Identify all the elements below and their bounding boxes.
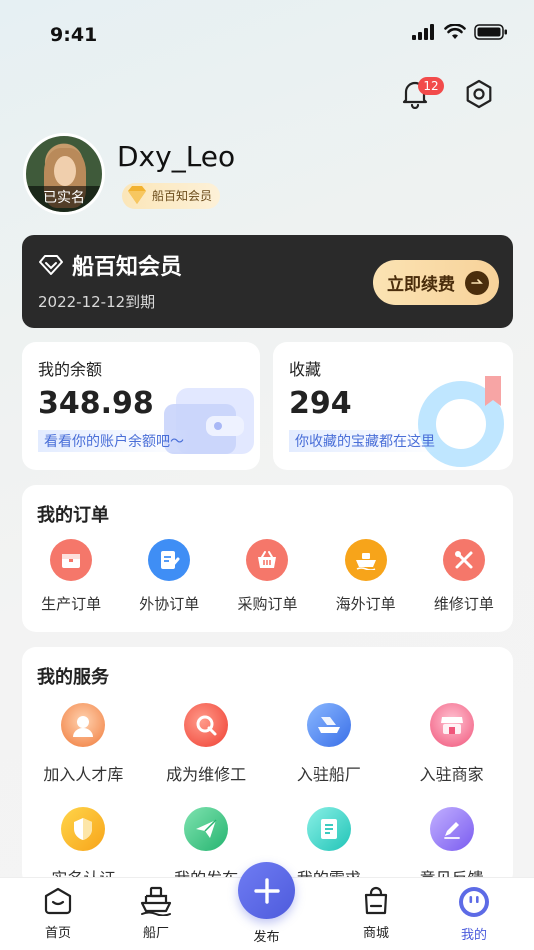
shopping-bag-icon — [364, 886, 388, 915]
service-become-repairer[interactable]: 成为维修工 — [146, 703, 266, 785]
service-talent-pool-label: 加入人才库 — [43, 765, 124, 784]
order-purchase[interactable]: 采购订单 — [221, 539, 313, 614]
favorites-ring-icon — [418, 376, 504, 467]
orders-card: 我的订单 生产订单 外协订单 采购订单 海外订单 维修订单 — [22, 485, 513, 632]
tools-icon — [442, 539, 485, 581]
vip-expiry: 2022-12-12到期 — [38, 293, 156, 311]
vip-title-text: 船百知会员 — [72, 255, 183, 280]
favorites-title: 收藏 — [289, 360, 322, 379]
ship-tab-icon — [140, 886, 172, 916]
services-card: 我的服务 加入人才库 成为维修工 入驻船厂 入驻商家 — [22, 647, 513, 887]
service-talent-pool[interactable]: 加入人才库 — [23, 703, 143, 785]
paper-plane-icon — [184, 807, 229, 851]
basket-icon — [246, 539, 289, 581]
balance-hint: 看看你的账户余额吧～ — [38, 430, 190, 452]
service-real-name[interactable]: 实名认证 — [23, 807, 143, 887]
battery-icon — [474, 24, 507, 40]
tab-home-label: 首页 — [44, 926, 71, 941]
balance-value: 348.98 — [38, 386, 154, 421]
renew-label: 立即续费 — [387, 275, 455, 295]
pencil-icon — [429, 807, 474, 851]
order-purchase-label: 采购订单 — [237, 595, 298, 613]
diamond-outline-icon — [39, 255, 63, 275]
tab-shipyard-label: 船厂 — [142, 926, 169, 941]
order-overseas-label: 海外订单 — [335, 595, 396, 613]
document-icon — [306, 807, 351, 851]
wifi-icon — [444, 24, 466, 39]
order-repair[interactable]: 维修订单 — [418, 539, 510, 614]
username: Dxy_Leo — [117, 140, 236, 173]
tab-mall[interactable]: 商城 — [336, 886, 416, 941]
vip-card[interactable]: 船百知会员 2022-12-12到期 立即续费 — [22, 235, 513, 328]
service-join-merchant-label: 入驻商家 — [419, 765, 484, 784]
home-icon — [44, 887, 72, 915]
diamond-icon — [128, 186, 146, 204]
status-bar: 9:41 — [0, 0, 534, 66]
settings-hex-icon — [466, 79, 492, 109]
status-icons — [412, 24, 508, 40]
member-badge: 船百知会员 — [122, 183, 221, 209]
balance-card[interactable]: 我的余额 348.98 看看你的账户余额吧～ — [22, 342, 260, 470]
balance-title: 我的余额 — [38, 360, 103, 379]
box-icon — [50, 539, 93, 581]
favorites-card[interactable]: 收藏 294 你收藏的宝藏都在这里 — [273, 342, 513, 470]
tab-mall-label: 商城 — [362, 926, 389, 941]
person-icon — [61, 703, 106, 747]
profile-face-icon — [459, 887, 489, 917]
verified-label: 已实名 — [26, 186, 102, 212]
service-join-shipyard[interactable]: 入驻船厂 — [269, 703, 389, 785]
order-repair-label: 维修订单 — [433, 595, 494, 613]
orders-title: 我的订单 — [37, 505, 109, 526]
avatar[interactable]: 已实名 — [23, 133, 105, 215]
order-outsource-label: 外协订单 — [139, 595, 200, 613]
ship-icon — [344, 539, 387, 581]
renew-button[interactable]: 立即续费 — [373, 260, 499, 305]
edit-note-icon — [148, 539, 191, 581]
tab-shipyard[interactable]: 船厂 — [116, 886, 196, 941]
shipyard-icon — [306, 703, 351, 747]
favorites-value: 294 — [289, 386, 352, 421]
favorites-hint: 你收藏的宝藏都在这里 — [289, 430, 441, 452]
arrow-right-icon — [465, 270, 489, 295]
services-title: 我的服务 — [37, 667, 109, 688]
tab-home[interactable]: 首页 — [18, 886, 98, 941]
header-actions: 12 — [398, 74, 496, 114]
publish-button[interactable] — [238, 862, 295, 919]
service-become-repairer-label: 成为维修工 — [166, 765, 247, 784]
wallet-icon — [164, 388, 254, 454]
orders-grid: 生产订单 外协订单 采购订单 海外订单 维修订单 — [22, 539, 513, 614]
settings-button[interactable] — [462, 74, 496, 114]
notification-badge: 12 — [418, 77, 444, 95]
tab-mine[interactable]: 我的 — [434, 886, 514, 943]
order-overseas[interactable]: 海外订单 — [320, 539, 412, 614]
notification-button[interactable]: 12 — [398, 74, 444, 114]
service-join-merchant[interactable]: 入驻商家 — [392, 703, 512, 785]
signal-icon — [412, 24, 434, 40]
service-feedback[interactable]: 意见反馈 — [392, 807, 512, 887]
order-production[interactable]: 生产订单 — [25, 539, 117, 614]
status-time: 9:41 — [50, 24, 98, 46]
member-badge-label: 船百知会员 — [152, 189, 213, 203]
plus-icon — [253, 877, 280, 904]
shield-icon — [61, 807, 106, 851]
wrench-icon — [184, 703, 229, 747]
services-row-1: 加入人才库 成为维修工 入驻船厂 入驻商家 — [22, 703, 513, 785]
order-outsource[interactable]: 外协订单 — [123, 539, 215, 614]
shop-icon — [429, 703, 474, 747]
order-production-label: 生产订单 — [41, 595, 102, 613]
service-join-shipyard-label: 入驻船厂 — [296, 765, 361, 784]
vip-title: 船百知会员 — [38, 249, 182, 281]
publish-label: 发布 — [253, 930, 280, 945]
tab-mine-label: 我的 — [460, 928, 487, 943]
